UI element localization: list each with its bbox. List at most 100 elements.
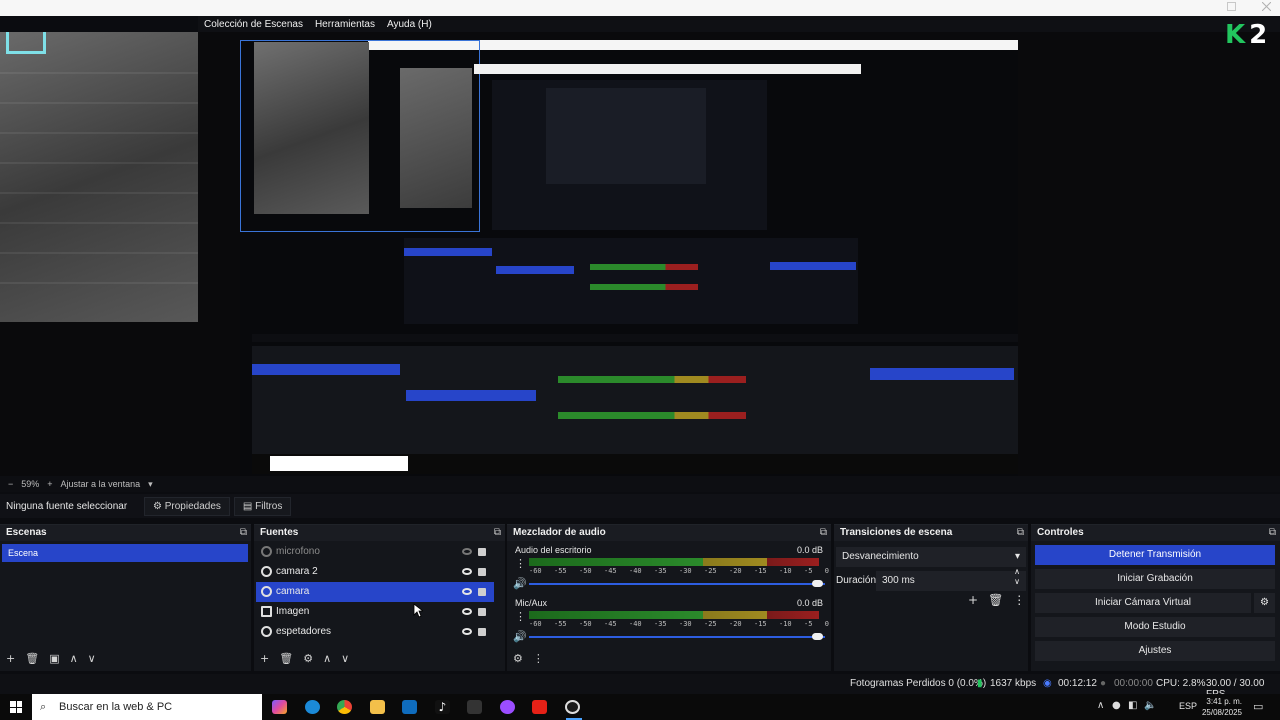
network-tray-icon[interactable]: ◧ [1128, 700, 1137, 711]
more-vert-icon[interactable]: ⋮ [1013, 593, 1025, 607]
speaker-icon[interactable]: 🔊 [513, 577, 527, 590]
lock-icon[interactable] [478, 548, 486, 556]
eye-icon[interactable] [462, 628, 472, 635]
source-item-camara[interactable]: camara [256, 582, 494, 602]
copilot-icon[interactable] [272, 700, 287, 714]
gear-icon[interactable]: ⚙ [303, 652, 313, 665]
more-vert-icon[interactable]: ⋮ [533, 652, 544, 665]
signal-icon: ▮ [977, 678, 983, 689]
settings-button[interactable]: Ajustes [1035, 641, 1275, 661]
volume-slider-handle[interactable] [812, 580, 823, 587]
meter-ticks: -60 -55 -50 -45 -40 -35 -30 -25 -20 -15 -10 -5 0 [529, 620, 829, 630]
restore-icon[interactable] [1227, 2, 1236, 11]
move-up-icon[interactable]: ∧ [323, 652, 331, 665]
volume-slider[interactable] [529, 636, 825, 638]
trash-icon[interactable]: 🗑 [25, 652, 39, 665]
lock-icon[interactable] [478, 588, 486, 596]
add-icon[interactable]: + [260, 652, 269, 665]
trash-icon[interactable]: 🗑 [279, 652, 293, 665]
duration-spinbox[interactable]: 300 ms ∧ ∨ [876, 567, 1026, 591]
volume-tray-icon[interactable]: 🔈 [1144, 700, 1156, 711]
dock-float-icon[interactable]: ⧉ [494, 525, 501, 541]
advanced-audio-icon[interactable]: ⚙ [513, 652, 523, 665]
move-up-icon[interactable]: ∧ [70, 652, 78, 665]
zoom-out-button[interactable]: − [8, 479, 13, 489]
meter-tick-label: -60 [529, 567, 542, 575]
lock-icon[interactable] [478, 568, 486, 576]
record-time: 00:00:00 [1114, 678, 1153, 689]
stop-streaming-button[interactable]: Detener Transmisión [1035, 545, 1275, 565]
outlook-icon[interactable] [402, 700, 417, 714]
start-virtual-camera-button[interactable]: Iniciar Cámara Virtual [1035, 593, 1251, 613]
chevron-down-icon[interactable]: ▾ [148, 479, 153, 490]
add-icon[interactable]: + [6, 652, 15, 665]
virtual-camera-settings-button[interactable]: ⚙ [1254, 593, 1275, 613]
eye-icon[interactable] [462, 588, 472, 595]
more-vert-icon[interactable]: ⋮ [515, 557, 526, 570]
source-item-imagen[interactable]: Imagen [256, 602, 494, 622]
lock-icon[interactable] [478, 608, 486, 616]
eye-icon[interactable] [462, 608, 472, 615]
dock-float-icon[interactable]: ⧉ [1017, 525, 1024, 541]
cpu-usage: CPU: 2.8% [1156, 678, 1206, 689]
eye-off-icon[interactable] [462, 548, 472, 555]
filters-button[interactable]: ▤ Filtros [233, 496, 292, 516]
fit-window-label[interactable]: Ajustar a la ventana [61, 479, 141, 489]
meter-tick-label: -45 [604, 567, 617, 575]
volume-slider[interactable] [529, 583, 825, 585]
properties-button[interactable]: ⚙ Propiedades [144, 496, 230, 516]
dock-float-icon[interactable]: ⧉ [1269, 525, 1276, 541]
clock[interactable]: 3:41 p. m. 25/08/2025 [1202, 696, 1242, 718]
lock-icon[interactable] [478, 628, 486, 636]
preview-canvas[interactable]: K2 [0, 20, 1280, 480]
notification-icon[interactable]: ▭ [1253, 700, 1263, 713]
move-down-icon[interactable]: ∨ [88, 652, 96, 665]
zoom-in-button[interactable]: + [47, 479, 52, 489]
more-vert-icon[interactable]: ⋮ [515, 610, 526, 623]
source-label: espetadores [276, 626, 332, 637]
no-source-label: Ninguna fuente seleccionar [6, 500, 128, 512]
record-icon: ● [1100, 678, 1107, 689]
close-icon[interactable] [1261, 1, 1272, 12]
tiktok-icon[interactable]: ♪ [435, 700, 450, 714]
speaker-icon[interactable]: 🔊 [513, 630, 527, 643]
search-placeholder: Buscar en la web & PC [59, 701, 173, 713]
tray-chevron-icon[interactable]: ∧ [1097, 700, 1104, 711]
source-item-camara-2[interactable]: camara 2 [256, 562, 494, 582]
obs-icon[interactable] [565, 700, 580, 714]
gamepad-icon[interactable] [467, 700, 482, 714]
youtube-icon[interactable] [532, 700, 547, 714]
dock-float-icon[interactable]: ⧉ [240, 525, 247, 541]
trash-icon[interactable]: 🗑 [988, 593, 1003, 607]
mic-tray-icon[interactable]: ● [1112, 700, 1121, 711]
edge-icon[interactable] [305, 700, 320, 714]
studio-mode-button[interactable]: Modo Estudio [1035, 617, 1275, 637]
gear-icon: ⚙ [1260, 597, 1269, 608]
scene-item[interactable]: Escena [2, 544, 248, 562]
app-icon[interactable] [500, 700, 515, 714]
channel-db: 0.0 dB [796, 545, 823, 555]
dock-float-icon[interactable]: ⧉ [820, 525, 827, 541]
add-icon[interactable]: + [968, 593, 978, 607]
camera-feed-left [0, 32, 198, 322]
language-indicator[interactable]: ESP [1179, 701, 1197, 711]
meter-tick-label: -25 [704, 567, 717, 575]
source-item-microfono[interactable]: microfono [256, 542, 494, 562]
menu-help[interactable]: Ayuda (H) [387, 19, 432, 30]
menu-scene-collection[interactable]: Colección de Escenas [204, 19, 303, 30]
folder-icon[interactable] [370, 700, 385, 714]
volume-slider-handle[interactable] [812, 633, 823, 640]
controls-title: Controles [1037, 527, 1084, 538]
taskbar-search[interactable]: ⌕ Buscar en la web & PC [32, 694, 262, 720]
eye-icon[interactable] [462, 568, 472, 575]
chrome-icon[interactable] [337, 700, 352, 714]
windows-start-icon[interactable] [10, 701, 22, 713]
move-down-icon[interactable]: ∨ [341, 652, 349, 665]
source-item-espetadores[interactable]: espetadores [256, 622, 494, 642]
scenes-title: Escenas [6, 527, 47, 538]
menu-tools[interactable]: Herramientas [315, 19, 375, 30]
filter-icon[interactable]: ▣ [49, 652, 59, 665]
start-recording-button[interactable]: Iniciar Grabación [1035, 569, 1275, 589]
spin-arrows-icon[interactable]: ∧ ∨ [1014, 567, 1020, 587]
transition-select[interactable]: Desvanecimiento ▾ [836, 547, 1026, 567]
